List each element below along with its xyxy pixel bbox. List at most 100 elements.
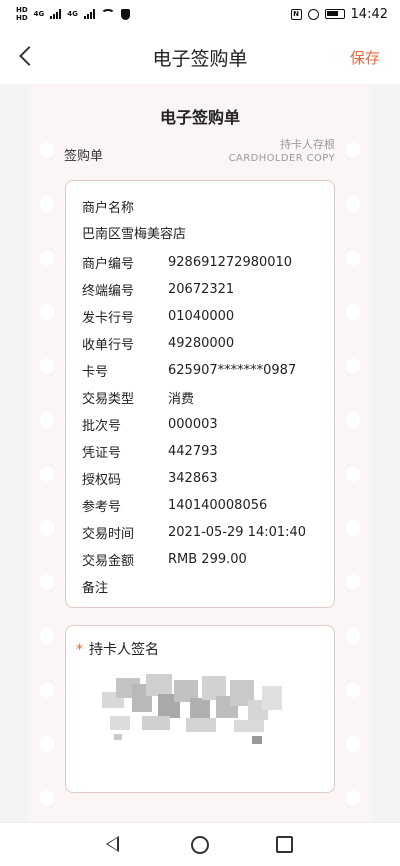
perforation-hole <box>39 682 55 698</box>
alarm-icon <box>307 8 319 20</box>
shield-icon <box>120 8 130 20</box>
row-key: 批次号 <box>82 419 122 434</box>
battery-icon <box>324 9 345 19</box>
app-header: 电子签购单 保存 <box>0 28 400 84</box>
row-key: 收单行号 <box>82 338 135 353</box>
perforation-hole <box>345 574 361 590</box>
transaction-info-card: 商户名称 巴南区雪梅美容店 商户编号 928691272980010 终端编号 20… <box>65 180 335 608</box>
triangle-back-icon[interactable] <box>106 836 119 852</box>
status-left: HD HD 4G 4G <box>16 6 130 22</box>
network-label-2: 4G <box>67 10 78 18</box>
status-right: N 14:42 <box>290 6 388 22</box>
row-value: 消费 <box>168 392 195 407</box>
info-row-acquirer-no: 收单行号 49280000 <box>82 330 332 357</box>
row-key: 参考号 <box>82 500 122 515</box>
receipt-panel: 电子签购单 签购单 持卡人存根 CARDHOLDER COPY 商户名称 巴南区… <box>29 84 371 822</box>
info-row-trans-amount: 交易金额 RMB 299.00 <box>82 546 332 573</box>
info-rows: 商户编号 928691272980010 终端编号 20672321 发卡行号 010… <box>82 249 332 600</box>
info-row-merchant-no: 商户编号 928691272980010 <box>82 249 332 276</box>
page-title: 电子签购单 <box>152 48 248 70</box>
copy-label-cn: 持卡人存根 <box>280 138 335 151</box>
circle-home-icon[interactable] <box>191 836 209 854</box>
info-row-trans-time: 交易时间 2021-05-29 14:01:40 <box>82 519 332 546</box>
perforation-hole <box>39 466 55 482</box>
row-key: 授权码 <box>82 473 122 488</box>
row-key: 卡号 <box>82 365 109 380</box>
copy-label-en: CARDHOLDER COPY <box>228 153 335 164</box>
signature-image <box>102 674 284 748</box>
perforation-hole <box>39 412 55 428</box>
perforation-hole <box>345 196 361 212</box>
perforation-hole <box>39 250 55 266</box>
perforation-hole <box>39 574 55 590</box>
info-row-remark: 备注 <box>82 573 332 600</box>
row-key: 发卡行号 <box>82 311 135 326</box>
signal-icon <box>50 9 62 19</box>
save-button[interactable]: 保存 <box>350 47 380 68</box>
perforation-hole <box>345 250 361 266</box>
perforation-hole <box>345 142 361 158</box>
row-key: 交易类型 <box>82 392 135 407</box>
info-row-card-no: 卡号 625907*******0987 <box>82 357 332 384</box>
perforation-hole <box>345 358 361 374</box>
row-value: 20672321 <box>168 282 235 297</box>
status-bar: HD HD 4G 4G N 14:42 <box>0 0 400 28</box>
square-recent-icon[interactable] <box>276 836 293 853</box>
signature-card: * 持卡人签名 <box>65 625 335 793</box>
row-value: 625907*******0987 <box>168 363 297 378</box>
merchant-label: 商户名称 <box>82 201 135 216</box>
row-value: 2021-05-29 14:01:40 <box>168 525 307 540</box>
row-value: 01040000 <box>168 309 235 324</box>
status-time: 14:42 <box>350 6 388 22</box>
perforation-hole <box>345 412 361 428</box>
perforation-hole <box>39 358 55 374</box>
row-value: 000003 <box>168 417 218 432</box>
row-key: 商户编号 <box>82 257 135 272</box>
hd-tags: HD HD <box>16 6 28 22</box>
perforation-hole <box>345 466 361 482</box>
perforation-hole <box>39 142 55 158</box>
receipt-title: 电子签购单 <box>159 108 240 127</box>
perforation-hole <box>39 196 55 212</box>
network-label-1: 4G <box>33 10 45 18</box>
required-mark: * <box>76 642 83 658</box>
row-value: RMB 299.00 <box>168 552 247 567</box>
hd-tag-2: HD <box>16 14 28 22</box>
perforation-hole <box>345 790 361 806</box>
perforation-hole <box>345 736 361 752</box>
chevron-left-icon[interactable] <box>16 44 40 68</box>
perforation-hole <box>39 628 55 644</box>
row-value: 342863 <box>168 471 218 486</box>
perforation-hole <box>39 790 55 806</box>
perforation-hole <box>39 736 55 752</box>
signature-label-text: 持卡人签名 <box>89 642 159 658</box>
system-nav-bar <box>0 822 400 866</box>
row-key: 交易时间 <box>82 527 135 542</box>
content-area[interactable]: 电子签购单 签购单 持卡人存根 CARDHOLDER COPY 商户名称 巴南区… <box>0 84 400 822</box>
info-row-batch-no: 批次号 000003 <box>82 411 332 438</box>
perforation-hole <box>345 304 361 320</box>
row-value: 49280000 <box>168 336 235 351</box>
merchant-name: 巴南区雪梅美容店 <box>82 227 187 242</box>
row-key: 交易金额 <box>82 554 135 569</box>
perforation-hole <box>39 304 55 320</box>
perforation-hole <box>345 520 361 536</box>
perforation-hole <box>39 520 55 536</box>
row-key: 凭证号 <box>82 446 122 461</box>
perforation-hole <box>345 628 361 644</box>
signal-icon-2 <box>83 9 95 19</box>
signature-label: * 持卡人签名 <box>76 639 159 659</box>
info-row-trans-type: 交易类型 消费 <box>82 384 332 411</box>
row-key: 终端编号 <box>82 284 135 299</box>
hd-tag-1: HD <box>16 6 28 14</box>
info-row-voucher-no: 凭证号 442793 <box>82 438 332 465</box>
receipt-subtitle: 签购单 <box>64 149 104 164</box>
nfc-icon: N <box>290 8 302 20</box>
info-row-reference-no: 参考号 140140008056 <box>82 492 332 519</box>
row-value: 928691272980010 <box>168 255 293 270</box>
row-value: 442793 <box>168 444 218 459</box>
info-row-auth-code: 授权码 342863 <box>82 465 332 492</box>
wifi-icon <box>100 9 115 19</box>
row-key: 备注 <box>82 581 109 596</box>
row-value: 140140008056 <box>168 498 268 513</box>
